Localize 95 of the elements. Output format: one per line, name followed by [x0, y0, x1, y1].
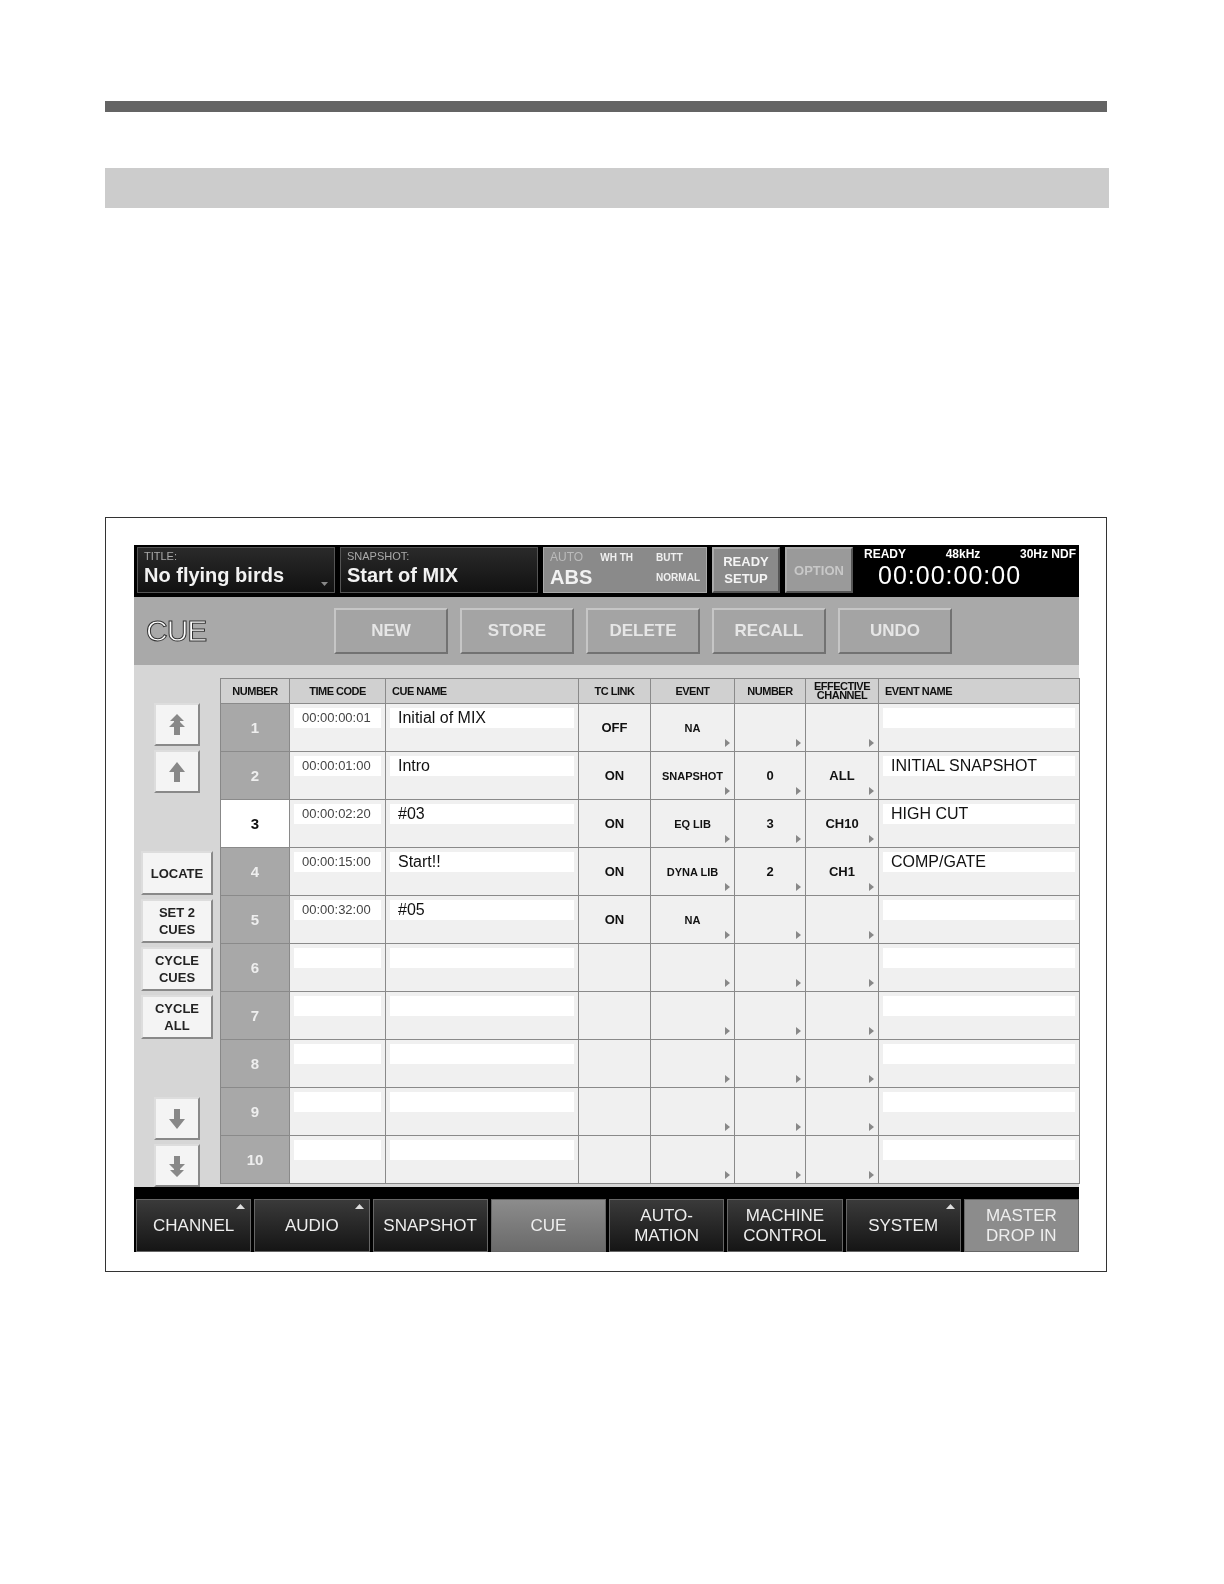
side-button[interactable]: LOCATE [141, 851, 213, 896]
auto-mode-text: NORMAL [656, 571, 700, 583]
event-name-field[interactable]: HIGH CUT [883, 804, 1075, 825]
time-code-field[interactable]: 00:00:01:00 [294, 756, 381, 777]
triangle-icon [869, 979, 874, 988]
triangle-icon [869, 1171, 874, 1180]
table-cell: EQ LIB [651, 800, 734, 848]
down-arrow-icon [167, 1106, 187, 1131]
tab[interactable]: SYSTEM [845, 1199, 961, 1252]
triangle-icon [725, 787, 730, 796]
table-cell: DYNA LIB [651, 848, 734, 896]
triangle-icon [725, 979, 730, 988]
triangle-icon [869, 787, 874, 796]
triangle-icon [796, 1027, 801, 1036]
triangle-icon [725, 1171, 730, 1180]
title-field[interactable]: TITLE: No flying birds [137, 547, 335, 593]
time-code-field[interactable]: 00:00:32:00 [294, 900, 381, 921]
triangle-icon [725, 1123, 730, 1132]
column-header: CUE NAME [386, 679, 578, 704]
triangle-icon [725, 739, 730, 748]
triangle-icon [869, 1075, 874, 1084]
column-header: TC LINK [579, 679, 650, 704]
triangle-icon [725, 1027, 730, 1036]
status-text: READY [864, 547, 906, 561]
table-cell: 3 [735, 800, 805, 848]
page-title: CUE [146, 614, 208, 649]
double-down-arrow-icon [167, 1153, 187, 1178]
column-header: EFFECTIVE CHANNEL [806, 679, 878, 704]
tab[interactable]: CUE [490, 1199, 606, 1252]
caret-icon [321, 582, 328, 586]
triangle-icon [725, 835, 730, 844]
column-header: NUMBER [221, 679, 289, 704]
column-header: TIME CODE [290, 679, 385, 704]
triangle-icon [796, 787, 801, 796]
cue-name-field[interactable]: #03 [390, 804, 574, 825]
side-button[interactable]: SET 2 CUES [141, 899, 213, 944]
auto-value: ABS [550, 565, 593, 590]
table-cell: CH1 [806, 848, 878, 896]
time-code-field[interactable]: 00:00:02:20 [294, 804, 381, 825]
table-cell: NA [651, 896, 734, 944]
cue-name-field[interactable]: #05 [390, 900, 574, 921]
table-cell: ON [579, 896, 650, 944]
triangle-icon [796, 1075, 801, 1084]
triangle-icon [869, 739, 874, 748]
triangle-icon [796, 883, 801, 892]
column-header: NUMBER [735, 679, 805, 704]
auto-mode-text: WH TH [600, 551, 634, 563]
tab[interactable]: AUDIO [254, 1199, 370, 1252]
cue-name-field[interactable]: Start!! [390, 852, 574, 873]
event-name-field[interactable]: COMP/GATE [883, 852, 1075, 873]
triangle-icon [869, 1027, 874, 1036]
table-cell: NA [651, 704, 734, 752]
timecode-display: 00:00:00:00 [877, 561, 1023, 590]
tab[interactable]: CHANNEL [136, 1199, 252, 1252]
triangle-icon [796, 1171, 801, 1180]
table-cell: ALL [806, 752, 878, 800]
snapshot-field[interactable]: SNAPSHOT: Start of MIX [340, 547, 538, 593]
table-cell: ON [579, 848, 650, 896]
event-name-field[interactable]: INITIAL SNAPSHOT [883, 756, 1075, 777]
table-cell: 0 [735, 752, 805, 800]
cue-name-field[interactable]: Intro [390, 756, 574, 777]
scroll-button[interactable] [154, 1144, 200, 1188]
triangle-icon [869, 931, 874, 940]
table-cell: 2 [735, 848, 805, 896]
tab[interactable]: MACHINE CONTROL [727, 1199, 843, 1252]
table-cell: ON [579, 752, 650, 800]
triangle-icon [796, 1123, 801, 1132]
triangle-icon [725, 883, 730, 892]
side-button[interactable]: CYCLE CUES [141, 947, 213, 992]
table-cell: CH10 [806, 800, 878, 848]
table-cell: OFF [579, 704, 650, 752]
triangle-icon [869, 835, 874, 844]
triangle-icon [796, 931, 801, 940]
triangle-icon [796, 979, 801, 988]
triangle-icon [725, 1075, 730, 1084]
time-code-field[interactable]: 00:00:00:01 [294, 708, 381, 729]
column-header: EVENT [651, 679, 734, 704]
auto-mode-text: BUTT [656, 551, 684, 563]
sample-rate-text: 48kHz [945, 547, 981, 561]
triangle-icon [725, 931, 730, 940]
table-cell: SNAPSHOT [651, 752, 734, 800]
time-code-field[interactable]: 00:00:15:00 [294, 852, 381, 873]
side-button[interactable]: CYCLE ALL [141, 995, 213, 1040]
row-number[interactable]: 3 [221, 800, 289, 848]
tab[interactable]: SNAPSHOT [372, 1199, 488, 1252]
double-up-arrow-icon [167, 712, 187, 737]
frame-rate-text: 30Hz NDF [1020, 547, 1076, 561]
triangle-icon [796, 835, 801, 844]
tab[interactable]: AUTO- MATION [609, 1199, 725, 1252]
column-header: EVENT NAME [879, 679, 1079, 704]
triangle-icon [869, 1123, 874, 1132]
cue-name-field[interactable]: Initial of MIX [390, 708, 574, 729]
triangle-icon [796, 739, 801, 748]
triangle-icon [869, 883, 874, 892]
table-cell: ON [579, 800, 650, 848]
